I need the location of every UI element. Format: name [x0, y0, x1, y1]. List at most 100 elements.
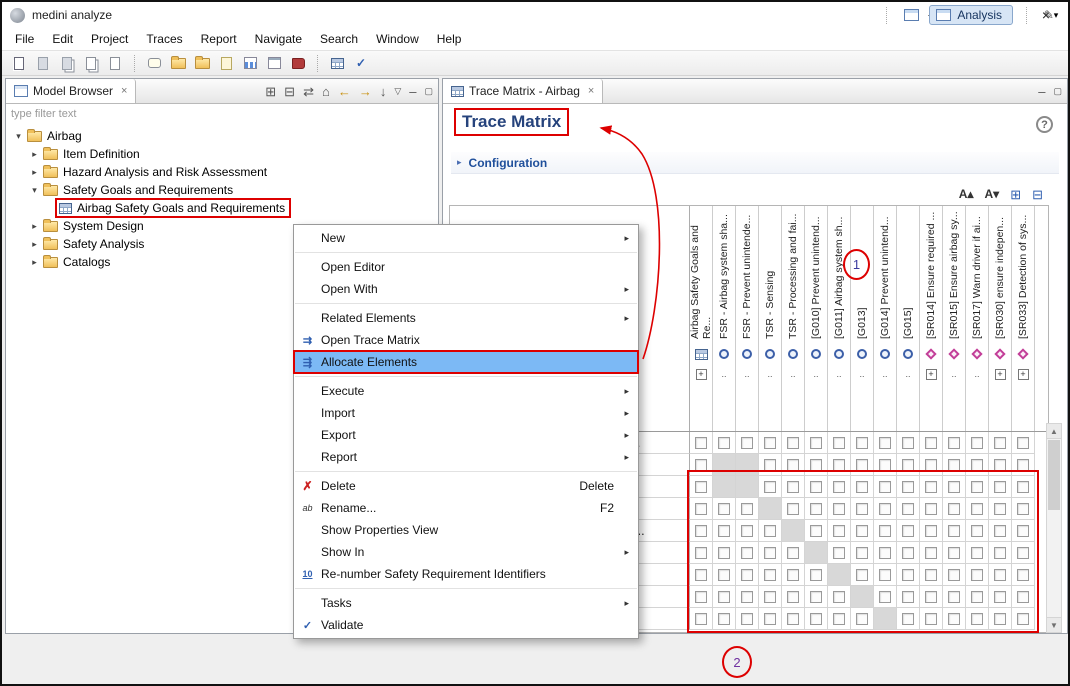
matrix-cell[interactable]	[966, 586, 989, 608]
matrix-cell[interactable]	[782, 476, 805, 498]
matrix-column-header-g014-prevent-unintend[interactable]: [G014] Prevent unintend.....	[874, 206, 897, 431]
table-matrix-icon[interactable]	[326, 53, 348, 73]
checkbox-unchecked[interactable]	[810, 459, 822, 471]
matrix-cell[interactable]	[966, 542, 989, 564]
checkbox-unchecked[interactable]	[856, 525, 868, 537]
context-menu-item-tasks[interactable]: Tasks▸	[294, 592, 638, 614]
checkbox-unchecked[interactable]	[902, 591, 914, 603]
checkbox-unchecked[interactable]	[948, 459, 960, 471]
checkbox-unchecked[interactable]	[902, 481, 914, 493]
matrix-cell[interactable]	[920, 608, 943, 630]
matrix-cell[interactable]	[874, 542, 897, 564]
checkbox-unchecked[interactable]	[787, 437, 799, 449]
matrix-cell[interactable]	[782, 586, 805, 608]
checkbox-unchecked[interactable]	[856, 547, 868, 559]
menubar-item-traces[interactable]: Traces	[137, 29, 191, 49]
matrix-column-header-tsr-sensing[interactable]: TSR - Sensing..	[759, 206, 782, 431]
matrix-cell[interactable]	[851, 476, 874, 498]
checkbox-unchecked[interactable]	[902, 569, 914, 581]
checkbox-unchecked[interactable]	[741, 613, 753, 625]
checkbox-unchecked[interactable]	[833, 591, 845, 603]
matrix-cell[interactable]	[713, 586, 736, 608]
checkbox-unchecked[interactable]	[695, 569, 707, 581]
checkbox-unchecked[interactable]	[925, 459, 937, 471]
save-all-icon[interactable]	[56, 53, 78, 73]
checkbox-unchecked[interactable]	[879, 459, 891, 471]
checkbox-unchecked[interactable]	[994, 503, 1006, 515]
matrix-cell[interactable]	[989, 498, 1012, 520]
matrix-cell[interactable]	[828, 608, 851, 630]
matrix-cell[interactable]	[897, 542, 920, 564]
matrix-cell[interactable]	[943, 608, 966, 630]
checkbox-unchecked[interactable]	[856, 437, 868, 449]
matrix-cell[interactable]	[989, 564, 1012, 586]
font-decrease-icon[interactable]: A▾	[984, 187, 999, 201]
checkbox-unchecked[interactable]	[810, 437, 822, 449]
help-icon[interactable]: ?	[1036, 116, 1053, 133]
matrix-cell[interactable]	[897, 586, 920, 608]
matrix-cell[interactable]	[897, 498, 920, 520]
notes-icon[interactable]	[215, 53, 237, 73]
matrix-cell[interactable]	[1012, 542, 1035, 564]
open-folder-icon[interactable]	[167, 53, 189, 73]
view-menu-icon[interactable]: ▽	[394, 87, 401, 96]
close-tab-icon[interactable]: ×	[121, 85, 127, 97]
sort-icon[interactable]: ↓	[380, 85, 387, 98]
context-menu-item-open-editor[interactable]: Open Editor	[294, 256, 638, 278]
matrix-cell[interactable]	[989, 476, 1012, 498]
link-with-editor-icon[interactable]: ⇄	[303, 85, 314, 98]
checkbox-unchecked[interactable]	[902, 437, 914, 449]
minimize-icon[interactable]: –	[1038, 85, 1045, 98]
checkbox-unchecked[interactable]	[787, 481, 799, 493]
checkbox-unchecked[interactable]	[718, 569, 730, 581]
matrix-cell[interactable]	[805, 454, 828, 476]
checkbox-unchecked[interactable]	[971, 591, 983, 603]
checkbox-unchecked[interactable]	[833, 547, 845, 559]
context-menu-item-execute[interactable]: Execute▸	[294, 380, 638, 402]
context-menu-item-re-number-safety-requirement-identifiers[interactable]: 10Re-number Safety Requirement Identifie…	[294, 563, 638, 585]
checkbox-unchecked[interactable]	[741, 437, 753, 449]
copy-icon[interactable]	[80, 53, 102, 73]
checkbox-unchecked[interactable]	[994, 481, 1006, 493]
expand-column-icon[interactable]: +	[1018, 369, 1029, 380]
checkbox-unchecked[interactable]	[764, 569, 776, 581]
checkbox-unchecked[interactable]	[833, 459, 845, 471]
checkbox-unchecked[interactable]	[879, 525, 891, 537]
menubar-item-help[interactable]: Help	[428, 29, 471, 49]
tree-item-safety-goals-and-requirements[interactable]: ▾Safety Goals and Requirements	[6, 181, 438, 199]
font-increase-icon[interactable]: A▴	[959, 187, 974, 201]
checkbox-unchecked[interactable]	[695, 503, 707, 515]
checkbox-unchecked[interactable]	[925, 547, 937, 559]
matrix-cell[interactable]	[759, 608, 782, 630]
checkbox-unchecked[interactable]	[764, 613, 776, 625]
matrix-cell[interactable]	[759, 476, 782, 498]
context-menu-item-allocate-elements[interactable]: ⇶Allocate Elements	[294, 351, 638, 373]
matrix-cell[interactable]	[943, 586, 966, 608]
matrix-cell[interactable]	[874, 564, 897, 586]
checkbox-unchecked[interactable]	[695, 459, 707, 471]
matrix-cell[interactable]	[920, 432, 943, 454]
hierarchy-icon[interactable]	[263, 53, 285, 73]
matrix-column-header-g011-airbag-system-sh[interactable]: [G011] Airbag system sh.....	[828, 206, 851, 431]
matrix-cell[interactable]	[920, 498, 943, 520]
matrix-cell[interactable]	[782, 564, 805, 586]
maximize-icon[interactable]: ▢	[1053, 87, 1062, 96]
matrix-cell[interactable]	[690, 498, 713, 520]
context-menu-item-related-elements[interactable]: Related Elements▸	[294, 307, 638, 329]
matrix-cell[interactable]	[713, 564, 736, 586]
matrix-cell[interactable]	[736, 520, 759, 542]
checkbox-unchecked[interactable]	[718, 503, 730, 515]
checkbox-unchecked[interactable]	[810, 481, 822, 493]
checkbox-unchecked[interactable]	[1017, 591, 1029, 603]
checkbox-unchecked[interactable]	[879, 437, 891, 449]
menubar-item-report[interactable]: Report	[192, 29, 246, 49]
context-menu-item-delete[interactable]: ✗DeleteDelete	[294, 475, 638, 497]
matrix-cell[interactable]	[966, 432, 989, 454]
matrix-cell[interactable]	[1012, 564, 1035, 586]
checkbox-unchecked[interactable]	[764, 437, 776, 449]
matrix-cell[interactable]	[759, 542, 782, 564]
context-menu-item-show-in[interactable]: Show In▸	[294, 541, 638, 563]
matrix-cell[interactable]	[782, 542, 805, 564]
checkbox-unchecked[interactable]	[718, 437, 730, 449]
matrix-cell[interactable]	[713, 520, 736, 542]
